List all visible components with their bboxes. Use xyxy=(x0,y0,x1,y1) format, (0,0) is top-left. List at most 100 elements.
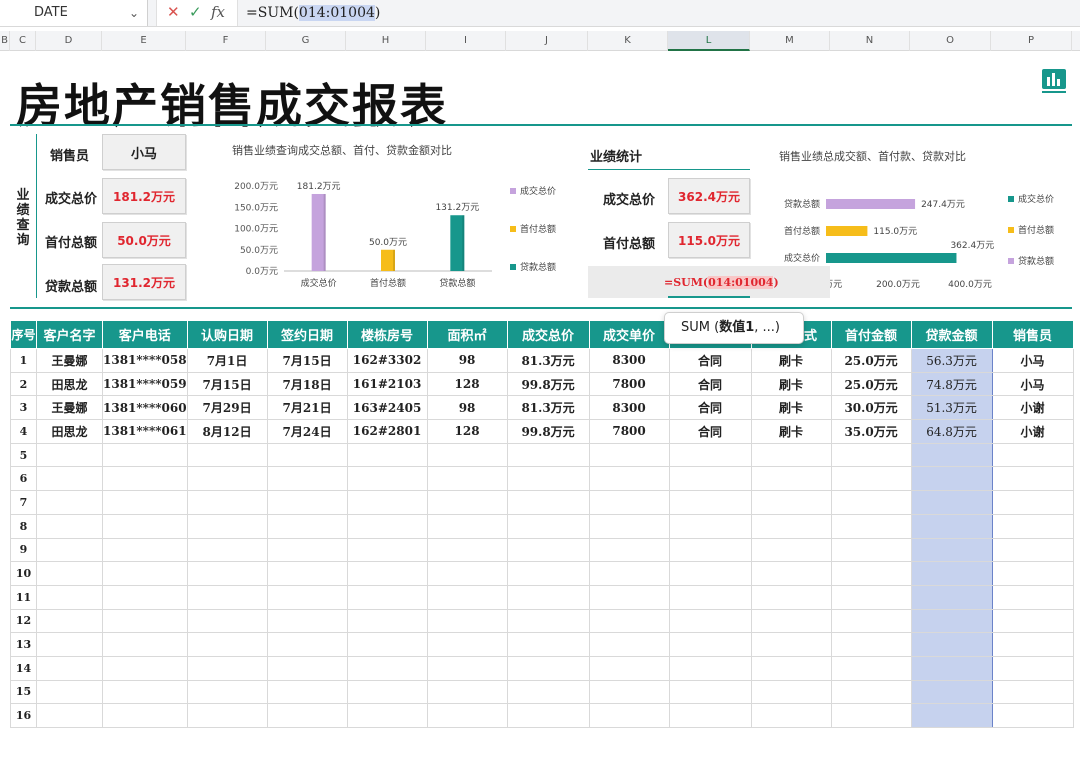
table-cell[interactable] xyxy=(266,584,348,610)
table-cell[interactable] xyxy=(346,608,428,634)
table-cell[interactable] xyxy=(36,466,103,492)
table-cell[interactable]: 163#2405 xyxy=(346,395,428,421)
table-cell[interactable] xyxy=(36,490,103,515)
table-cell[interactable] xyxy=(266,679,348,705)
table-cell[interactable]: 74.8万元 xyxy=(910,371,993,397)
table-cell[interactable]: 51.3万元 xyxy=(910,395,993,421)
table-header-cell[interactable]: 贷款金额 xyxy=(910,320,993,349)
table-cell[interactable] xyxy=(426,608,508,634)
table-cell[interactable] xyxy=(588,584,670,610)
table-cell[interactable] xyxy=(830,490,912,515)
table-cell[interactable] xyxy=(668,466,752,492)
table-cell[interactable] xyxy=(426,655,508,681)
table-cell[interactable] xyxy=(588,632,670,657)
table-cell[interactable] xyxy=(186,513,268,539)
table-cell[interactable] xyxy=(830,442,912,468)
table-cell[interactable] xyxy=(506,632,590,657)
column-header-D[interactable]: D xyxy=(36,31,102,51)
table-cell[interactable]: 10 xyxy=(10,561,37,586)
table-cell[interactable] xyxy=(668,442,752,468)
table-cell[interactable] xyxy=(910,655,993,681)
salesperson-select[interactable]: 小马 xyxy=(102,134,186,170)
table-cell[interactable]: 1381****060 xyxy=(102,395,188,421)
table-cell[interactable] xyxy=(506,513,590,539)
table-cell[interactable] xyxy=(102,537,188,563)
table-cell[interactable] xyxy=(588,442,670,468)
table-cell[interactable]: 11 xyxy=(10,584,37,610)
table-cell[interactable] xyxy=(266,703,348,728)
table-cell[interactable]: 162#3302 xyxy=(346,348,428,373)
table-cell[interactable]: 128 xyxy=(426,419,508,444)
table-cell[interactable] xyxy=(346,537,428,563)
table-cell[interactable]: 81.3万元 xyxy=(506,395,590,421)
table-header-cell[interactable]: 签约日期 xyxy=(266,320,348,349)
table-cell[interactable]: 99.8万元 xyxy=(506,371,590,397)
table-cell[interactable] xyxy=(102,679,188,705)
table-cell[interactable] xyxy=(750,561,832,586)
table-header-cell[interactable]: 认购日期 xyxy=(186,320,268,349)
table-header-cell[interactable]: 面积㎡ xyxy=(426,320,508,349)
cancel-icon[interactable]: ✕ xyxy=(167,3,180,21)
table-cell[interactable] xyxy=(668,584,752,610)
table-cell[interactable] xyxy=(266,490,348,515)
table-cell[interactable] xyxy=(426,584,508,610)
table-cell[interactable] xyxy=(186,442,268,468)
table-cell[interactable]: 8300 xyxy=(588,348,670,373)
column-header-M[interactable]: M xyxy=(750,31,830,51)
column-header-J[interactable]: J xyxy=(506,31,588,51)
table-cell[interactable] xyxy=(102,442,188,468)
table-cell[interactable] xyxy=(910,490,993,515)
table-cell[interactable]: 7月15日 xyxy=(186,371,268,397)
column-header-O[interactable]: O xyxy=(910,31,991,51)
table-cell[interactable] xyxy=(506,584,590,610)
table-cell[interactable] xyxy=(910,632,993,657)
table-cell[interactable] xyxy=(102,466,188,492)
table-cell[interactable] xyxy=(991,537,1074,563)
table-cell[interactable] xyxy=(830,608,912,634)
table-cell[interactable] xyxy=(426,537,508,563)
table-cell[interactable]: 7800 xyxy=(588,371,670,397)
table-cell[interactable] xyxy=(830,537,912,563)
table-cell[interactable] xyxy=(830,703,912,728)
table-cell[interactable] xyxy=(506,703,590,728)
table-cell[interactable] xyxy=(991,608,1074,634)
table-cell[interactable] xyxy=(506,608,590,634)
table-cell[interactable] xyxy=(36,561,103,586)
table-cell[interactable] xyxy=(588,466,670,492)
table-cell[interactable] xyxy=(910,679,993,705)
table-cell[interactable] xyxy=(588,703,670,728)
table-cell[interactable]: 刷卡 xyxy=(750,395,832,421)
table-cell[interactable] xyxy=(426,466,508,492)
table-cell[interactable]: 合同 xyxy=(668,371,752,397)
column-header-H[interactable]: H xyxy=(346,31,426,51)
table-cell[interactable]: 王曼娜 xyxy=(36,348,103,373)
table-cell[interactable] xyxy=(426,632,508,657)
table-cell[interactable] xyxy=(668,703,752,728)
table-cell[interactable]: 8 xyxy=(10,513,37,539)
table-cell[interactable] xyxy=(346,561,428,586)
table-cell[interactable] xyxy=(102,584,188,610)
table-cell[interactable] xyxy=(750,466,832,492)
table-cell[interactable] xyxy=(186,537,268,563)
table-cell[interactable]: 12 xyxy=(10,608,37,634)
table-cell[interactable] xyxy=(346,703,428,728)
table-cell[interactable]: 小马 xyxy=(991,348,1074,373)
table-cell[interactable] xyxy=(266,655,348,681)
table-cell[interactable] xyxy=(506,537,590,563)
table-cell[interactable]: 田思龙 xyxy=(36,419,103,444)
table-cell[interactable] xyxy=(346,584,428,610)
table-cell[interactable] xyxy=(506,442,590,468)
table-cell[interactable] xyxy=(506,466,590,492)
table-cell[interactable] xyxy=(750,608,832,634)
column-header-I[interactable]: I xyxy=(426,31,506,51)
table-cell[interactable]: 7 xyxy=(10,490,37,515)
table-cell[interactable] xyxy=(991,679,1074,705)
table-cell[interactable]: 7月21日 xyxy=(266,395,348,421)
table-cell[interactable] xyxy=(588,537,670,563)
table-cell[interactable] xyxy=(506,679,590,705)
table-cell[interactable] xyxy=(750,655,832,681)
column-header-F[interactable]: F xyxy=(186,31,266,51)
table-header-cell[interactable]: 销售员 xyxy=(991,320,1074,349)
table-cell[interactable] xyxy=(346,679,428,705)
table-cell[interactable]: 7月1日 xyxy=(186,348,268,373)
